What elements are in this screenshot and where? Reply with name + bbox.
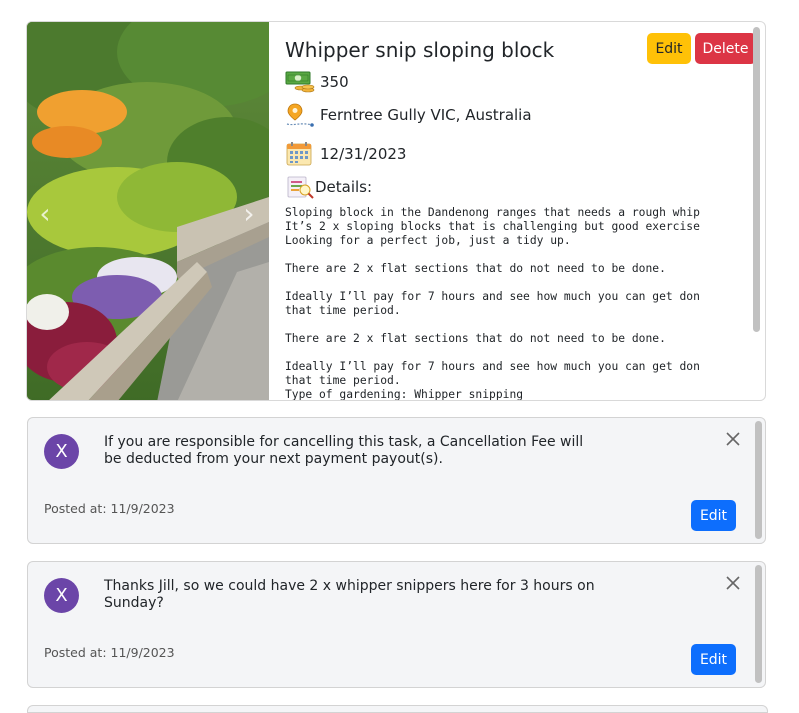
comment-text: If you are responsible for cancelling th…: [104, 434, 584, 467]
details-icon: [287, 176, 314, 199]
task-scrollbar[interactable]: [753, 24, 763, 398]
comment-posted-date: Posted at: 11/9/2023: [44, 501, 175, 516]
close-icon[interactable]: [722, 428, 744, 450]
comment-scrollbar-thumb[interactable]: [755, 565, 762, 683]
comment-posted-date: Posted at: 11/9/2023: [44, 645, 175, 660]
next-comment-card-edge: [27, 705, 768, 713]
location-pin-icon: [286, 103, 314, 127]
money-icon: [285, 71, 315, 93]
task-scrollbar-thumb[interactable]: [753, 27, 760, 332]
comment-scrollbar-thumb[interactable]: [755, 421, 762, 539]
comment-card: X Thanks Jill, so we could have 2 x whip…: [27, 561, 766, 688]
avatar: X: [44, 578, 79, 613]
avatar: X: [44, 434, 79, 469]
calendar-icon: [286, 142, 312, 166]
delete-task-button[interactable]: Delete: [695, 33, 756, 64]
comment-card: X If you are responsible for cancelling …: [27, 417, 766, 544]
date-row: 12/31/2023: [285, 141, 406, 167]
edit-comment-button[interactable]: Edit: [691, 644, 736, 675]
carousel-next-button[interactable]: ›: [237, 194, 261, 234]
task-image-carousel[interactable]: ‹ ›: [27, 22, 269, 400]
edit-comment-button[interactable]: Edit: [691, 500, 736, 531]
task-card: ‹ › Whipper snip sloping block Edit Dele…: [26, 21, 766, 401]
edit-task-button[interactable]: Edit: [647, 33, 691, 64]
task-date: 12/31/2023: [320, 145, 407, 163]
task-details-text: Sloping block in the Dandenong ranges th…: [285, 206, 700, 400]
details-label: Details:: [315, 178, 373, 196]
close-icon[interactable]: [722, 572, 744, 594]
carousel-prev-button[interactable]: ‹: [33, 194, 57, 234]
task-price: 350: [320, 73, 349, 91]
comment-text: Thanks Jill, so we could have 2 x whippe…: [104, 578, 595, 611]
task-title: Whipper snip sloping block: [285, 38, 555, 62]
garden-photo: [27, 22, 269, 400]
location-row: Ferntree Gully VIC, Australia: [285, 102, 532, 128]
task-info: Whipper snip sloping block Edit Delete 3…: [269, 22, 765, 400]
details-row: Details:: [285, 174, 372, 200]
price-row: 350: [285, 69, 349, 95]
task-location: Ferntree Gully VIC, Australia: [320, 106, 532, 124]
